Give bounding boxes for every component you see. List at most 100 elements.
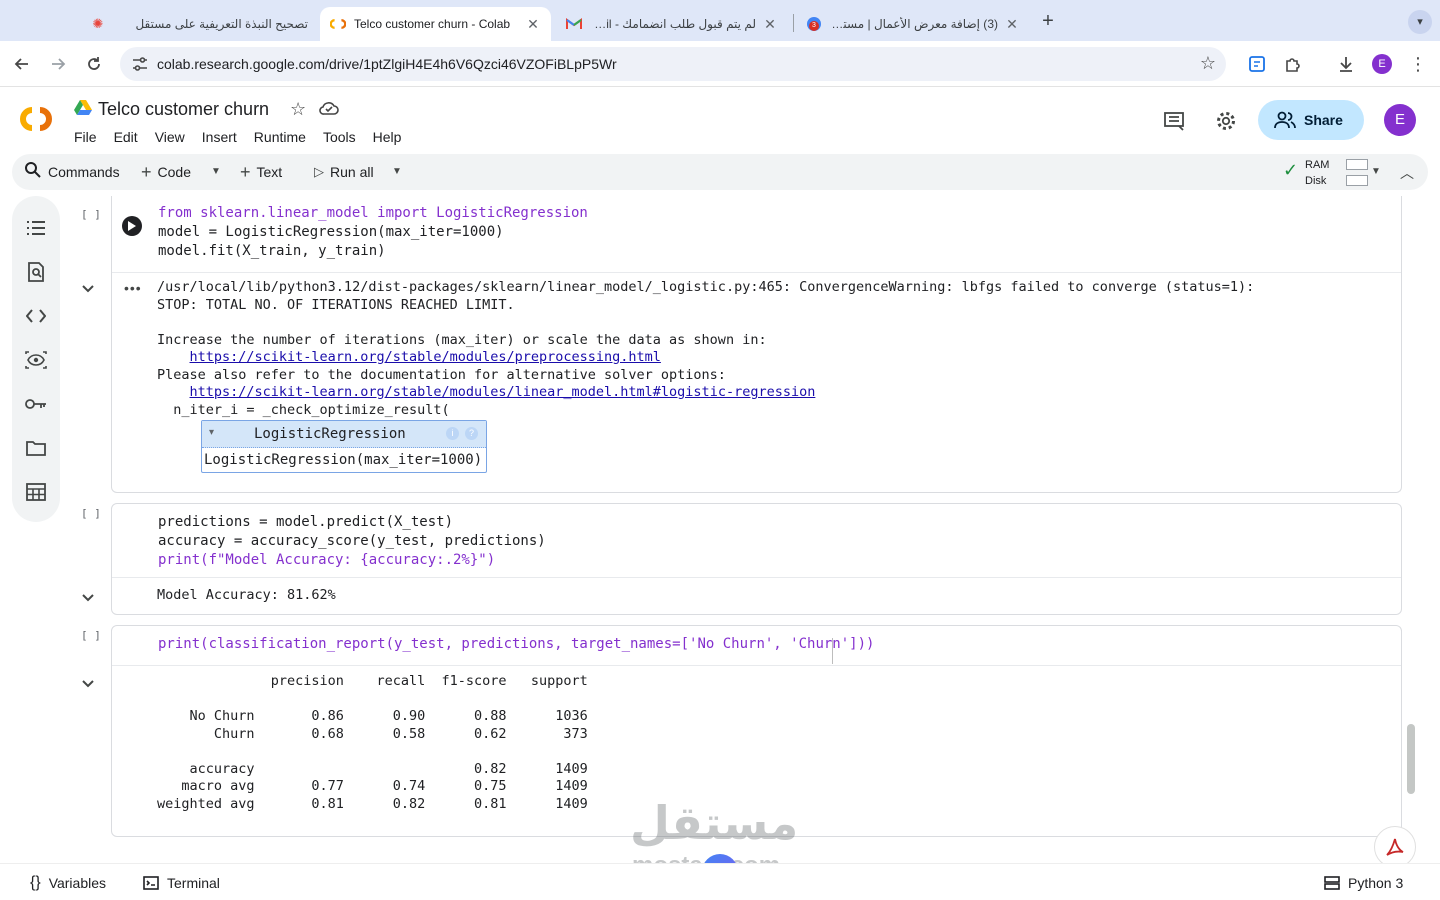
close-tab-icon[interactable]: ✕ (1004, 16, 1020, 33)
comments-icon[interactable] (1161, 108, 1187, 134)
browser-tab-colab[interactable]: Telco customer churn - Colab ✕ (320, 7, 551, 41)
estimator-expand-caret-icon[interactable]: ▾ (209, 427, 214, 438)
braces-icon: {} (30, 874, 41, 891)
menu-insert[interactable]: Insert (202, 129, 237, 145)
code-line-1: print(classification_report(y_test, pred… (158, 636, 875, 652)
user-avatar[interactable]: E (1384, 104, 1416, 136)
close-tab-icon[interactable]: ✕ (525, 16, 541, 33)
collapse-output-chevron-icon[interactable] (82, 282, 94, 296)
collapse-output-chevron-icon[interactable] (82, 677, 94, 691)
resources-dropdown-chevron-icon[interactable]: ▼ (1371, 166, 1383, 178)
colab-logo[interactable] (16, 104, 58, 134)
menu-view[interactable]: View (155, 129, 185, 145)
code-editor[interactable]: predictions = model.predict(X_test) accu… (158, 513, 546, 570)
menu-file[interactable]: File (74, 129, 97, 145)
pdf-extension-icon[interactable] (1374, 826, 1416, 868)
browser-tab-gmail[interactable]: لم يتم قبول طلب انضمامك - mail ✕ (556, 7, 788, 41)
browser-tab-mostaql-portfolio[interactable]: 3 (3) إضافة معرض الأعمال | مستقل ✕ (796, 7, 1030, 41)
add-text-button[interactable]: + Text (240, 154, 282, 190)
share-label: Share (1304, 112, 1343, 128)
notebook-area: from sklearn.linear_model import Logisti… (68, 196, 1430, 860)
runtime-label: Python 3 (1348, 875, 1404, 891)
address-bar[interactable]: colab.research.google.com/drive/1ptZlgiH… (120, 47, 1226, 81)
search-icon (24, 161, 42, 184)
plus-icon: + (141, 161, 152, 182)
browser-menu-icon[interactable]: ⋮ (1404, 50, 1432, 78)
ram-usage-bar (1346, 159, 1368, 170)
estimator-help-icon[interactable]: ? (465, 427, 478, 440)
warning-text: /usr/local/lib/python3.12/dist-packages/… (157, 279, 1255, 348)
add-code-button[interactable]: + Code (141, 154, 191, 190)
star-notebook-icon[interactable]: ☆ (290, 99, 306, 120)
ram-label: RAM (1305, 159, 1330, 171)
table-of-contents-icon[interactable] (24, 216, 48, 240)
mostaql-badge-icon: 3 (806, 16, 822, 32)
download-icon[interactable] (1332, 50, 1360, 78)
variable-inspector-eye-icon[interactable] (24, 348, 48, 372)
reload-icon[interactable] (80, 50, 108, 78)
run-cell-button[interactable] (122, 216, 142, 236)
menu-runtime[interactable]: Runtime (254, 129, 306, 145)
cell-output-stderr: /usr/local/lib/python3.12/dist-packages/… (157, 279, 1254, 419)
google-drive-icon[interactable] (74, 99, 92, 115)
estimator-name: LogisticRegression (254, 426, 406, 442)
url-text: colab.research.google.com/drive/1ptZlgiH… (157, 56, 617, 72)
code-dropdown-chevron-icon[interactable]: ▼ (211, 166, 223, 178)
data-table-icon[interactable] (24, 480, 48, 504)
close-tab-icon[interactable]: ✕ (762, 16, 778, 33)
logistic-regression-link[interactable]: https://scikit-learn.org/stable/modules/… (190, 384, 816, 400)
code-editor[interactable]: print(classification_report(y_test, pred… (158, 635, 874, 654)
extension-translate-icon[interactable] (1243, 50, 1271, 78)
run-all-dropdown-chevron-icon[interactable]: ▼ (392, 166, 404, 178)
secrets-key-icon[interactable] (24, 392, 48, 416)
tab-search-chevron-icon[interactable]: ▾ (1408, 10, 1432, 34)
gmail-icon (566, 16, 582, 32)
commands-button[interactable]: Commands (24, 154, 120, 190)
bookmark-star-icon[interactable]: ☆ (1200, 53, 1216, 74)
cell-output-divider (112, 665, 1401, 666)
new-tab-button[interactable]: + (1036, 10, 1060, 34)
code-cell-3[interactable]: print(classification_report(y_test, pred… (111, 625, 1402, 837)
extensions-puzzle-icon[interactable] (1279, 50, 1307, 78)
estimator-header[interactable]: ▾ LogisticRegression i ? (202, 421, 486, 448)
find-replace-icon[interactable] (24, 260, 48, 284)
code-line-1: predictions = model.predict(X_test) (158, 514, 454, 530)
resources-indicator[interactable]: RAM Disk (1305, 157, 1329, 189)
notebook-title[interactable]: Telco customer churn (98, 99, 269, 120)
forward-arrow-icon[interactable] (44, 50, 72, 78)
collapse-header-chevron-up-icon[interactable]: ︿ (1400, 163, 1414, 181)
menu-help[interactable]: Help (373, 129, 402, 145)
run-all-button[interactable]: ▷ Run all (314, 154, 374, 190)
estimator-widget[interactable]: ▾ LogisticRegression i ? LogisticRegress… (201, 420, 487, 473)
preprocessing-link[interactable]: https://scikit-learn.org/stable/modules/… (190, 349, 661, 365)
browser-tab-mostaql-profile[interactable]: ✺ تصحيح النبذة التعريفية على مستقل (80, 7, 318, 41)
code-editor[interactable]: from sklearn.linear_model import Logisti… (158, 204, 588, 261)
classification-report: precision recall f1-score support No Chu… (157, 673, 588, 812)
notebook-scrollbar[interactable] (1407, 724, 1415, 794)
share-button[interactable]: Share (1258, 100, 1364, 140)
notification-badge: 3 (809, 21, 819, 31)
back-arrow-icon[interactable] (8, 50, 36, 78)
tab-separator (793, 14, 794, 32)
variables-button[interactable]: {} Variables (30, 873, 106, 893)
browser-profile-avatar[interactable]: E (1372, 54, 1392, 74)
output-actions-dots-icon[interactable]: ••• (124, 280, 142, 296)
files-folder-icon[interactable] (24, 436, 48, 460)
menu-tools[interactable]: Tools (323, 129, 356, 145)
terminal-label: Terminal (167, 875, 220, 891)
terminal-button[interactable]: Terminal (143, 873, 220, 893)
collapse-output-chevron-icon[interactable] (82, 591, 94, 605)
variables-label: Variables (48, 875, 107, 891)
estimator-info-icon[interactable]: i (446, 427, 459, 440)
code-cell-2[interactable]: predictions = model.predict(X_test) accu… (111, 503, 1402, 615)
cloud-saved-icon[interactable] (318, 98, 340, 118)
code-snippets-icon[interactable] (24, 304, 48, 328)
plus-icon: + (240, 161, 251, 182)
site-info-icon[interactable] (128, 52, 152, 76)
disk-usage-bar (1346, 175, 1368, 186)
menu-edit[interactable]: Edit (114, 129, 138, 145)
code-cell-1[interactable]: from sklearn.linear_model import Logisti… (111, 196, 1402, 493)
play-icon (128, 221, 136, 231)
runtime-indicator[interactable]: Python 3 (1324, 873, 1403, 893)
settings-gear-icon[interactable] (1213, 108, 1239, 134)
